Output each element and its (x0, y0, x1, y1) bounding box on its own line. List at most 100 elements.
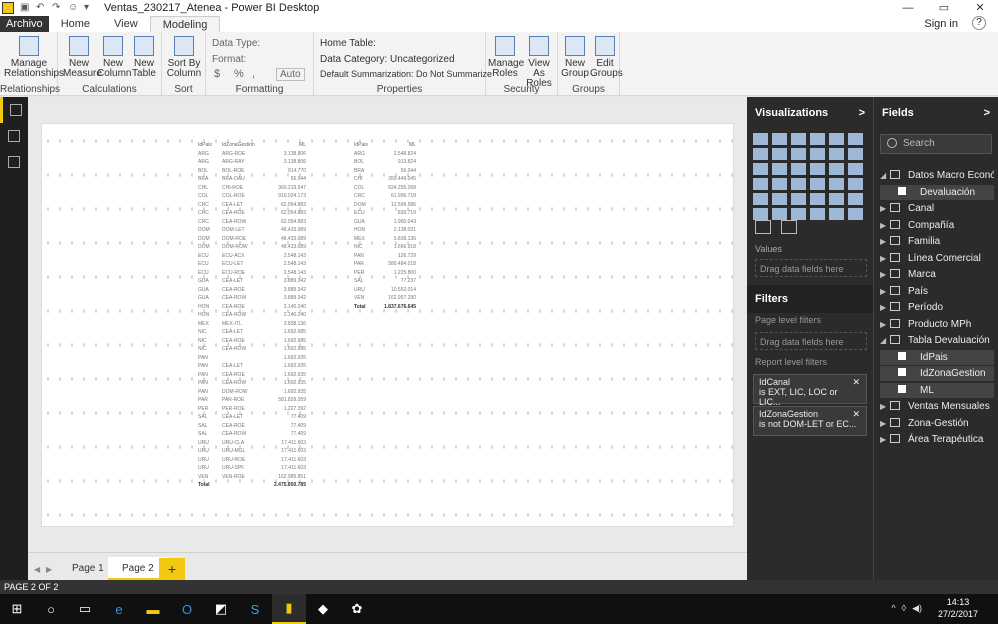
fields-well-icon[interactable] (755, 220, 771, 234)
field-table[interactable]: ▶ Zona-Gestión (880, 416, 994, 431)
edit-groups-button[interactable]: Edit Groups (590, 36, 623, 79)
collapsed-arrow-icon[interactable]: ▶ (880, 218, 890, 233)
visual-type-icon[interactable] (848, 208, 863, 220)
field-checkbox[interactable] (898, 186, 906, 195)
network-icon[interactable]: ◊ (902, 603, 906, 614)
field-table[interactable]: ▶ Producto MPh (880, 317, 994, 332)
default-summarization-dropdown[interactable]: Default Summarization: Do Not Summarize (320, 69, 492, 79)
visual-type-icon[interactable] (772, 208, 787, 220)
column-header[interactable]: IdPais (198, 141, 222, 150)
field-column[interactable]: ML (880, 382, 994, 398)
tab-modeling[interactable]: Modeling (149, 16, 221, 32)
collapse-visualizations-icon[interactable]: > (859, 107, 865, 119)
field-column[interactable]: IdPais (880, 349, 994, 365)
new-group-button[interactable]: New Group (560, 36, 590, 79)
quick-access-dropdown-icon[interactable]: ▾ (84, 3, 94, 13)
tab-home[interactable]: Home (49, 16, 102, 32)
visual-type-icon[interactable] (753, 193, 768, 205)
column-header[interactable]: IdZonaGestion (222, 141, 262, 150)
values-dropzone[interactable]: Drag data fields here (755, 259, 867, 277)
expanded-arrow-icon[interactable]: ◢ (880, 168, 890, 183)
visual-type-icon[interactable] (829, 193, 844, 205)
visual-type-icon[interactable] (829, 148, 844, 160)
expanded-arrow-icon[interactable]: ◢ (880, 333, 890, 348)
prev-page-icon[interactable]: ◀ (34, 565, 40, 574)
column-header[interactable]: ML (376, 141, 416, 150)
filter-card-idcanal[interactable]: IdCanal is EXT, LIC, LOC or LIC... ✕ (753, 374, 867, 407)
field-table[interactable]: ◢ Datos Macro Econó... (880, 168, 994, 183)
minimize-button[interactable]: — (890, 0, 926, 16)
help-icon[interactable]: ? (972, 16, 986, 30)
collapse-fields-icon[interactable]: > (984, 107, 990, 119)
view-as-roles-button[interactable]: View As Roles (522, 36, 556, 89)
home-table-dropdown[interactable]: Home Table: (320, 38, 376, 49)
relationships-view-button[interactable] (0, 149, 28, 175)
maximize-button[interactable]: ▭ (926, 0, 962, 16)
field-table[interactable]: ▶ Canal (880, 201, 994, 216)
collapsed-arrow-icon[interactable]: ▶ (880, 317, 890, 332)
search-icon[interactable]: ○ (34, 594, 68, 624)
visual-type-icon[interactable] (848, 193, 863, 205)
format-paint-roller-icon[interactable] (781, 220, 797, 234)
visual-type-icon[interactable] (791, 163, 806, 175)
manage-roles-button[interactable]: Manage Roles (488, 36, 524, 79)
visual-type-icon[interactable] (829, 178, 844, 190)
collapsed-arrow-icon[interactable]: ▶ (880, 399, 890, 414)
visual-type-icon[interactable] (848, 148, 863, 160)
field-checkbox[interactable] (898, 368, 906, 376)
field-table[interactable]: ▶ Ventas Mensuales (880, 399, 994, 414)
sort-by-column-button[interactable]: Sort By Column (166, 36, 202, 79)
app-icon-2[interactable]: ✿ (340, 594, 374, 624)
visual-type-icon[interactable] (829, 133, 844, 145)
table-visual-pais[interactable]: IdPais ML ARG 2.548.824 BOL 913.824 BRA 56.044 C… (354, 141, 416, 311)
field-table[interactable]: ▶ Período (880, 300, 994, 315)
task-view-icon[interactable]: ▭ (68, 594, 102, 624)
collapsed-arrow-icon[interactable]: ▶ (880, 416, 890, 431)
field-table[interactable]: ▶ País (880, 284, 994, 299)
tab-archivo[interactable]: Archivo (0, 16, 49, 32)
save-icon[interactable]: ▣ (20, 3, 30, 13)
visual-type-icon[interactable] (772, 133, 787, 145)
field-table[interactable]: ▶ Área Terapéutica (880, 432, 994, 447)
skype-icon[interactable]: S (238, 594, 272, 624)
collapsed-arrow-icon[interactable]: ▶ (880, 267, 890, 282)
file-explorer-icon[interactable]: ▬ (136, 594, 170, 624)
report-page[interactable]: IdPais IdZonaGestion ML ARG ARG-ROE 3.138.806… (41, 123, 734, 527)
data-view-button[interactable] (0, 123, 28, 149)
data-type-dropdown[interactable]: Data Type: (212, 38, 260, 49)
fields-search-input[interactable]: Search (880, 134, 992, 154)
edge-browser-icon[interactable]: e (102, 594, 136, 624)
field-table[interactable]: ▶ Línea Comercial (880, 251, 994, 266)
field-table[interactable]: ◢ Tabla Devaluación (880, 333, 994, 348)
collapsed-arrow-icon[interactable]: ▶ (880, 432, 890, 447)
field-column[interactable]: Devaluación (880, 184, 994, 200)
app-icon[interactable]: ◆ (306, 594, 340, 624)
next-page-icon[interactable]: ▶ (46, 565, 52, 574)
column-header[interactable]: IdPais (354, 141, 376, 150)
field-checkbox[interactable] (898, 384, 906, 393)
visual-type-icon[interactable] (791, 193, 806, 205)
redo-icon[interactable]: ↷ (52, 3, 62, 13)
windows-start-icon[interactable]: ⊞ (0, 594, 34, 624)
field-table[interactable]: ▶ Compañía (880, 218, 994, 233)
visual-type-icon[interactable] (753, 208, 768, 220)
visual-type-icon[interactable] (753, 178, 768, 190)
visual-type-icon[interactable] (810, 148, 825, 160)
visual-type-icon[interactable] (753, 148, 768, 160)
remove-filter-icon[interactable]: ✕ (852, 409, 860, 420)
visual-type-icon[interactable] (848, 178, 863, 190)
visual-type-icon[interactable] (753, 133, 768, 145)
format-dropdown[interactable]: Format: (212, 54, 246, 65)
field-column[interactable]: IdZonaGestion (880, 366, 994, 381)
visual-type-icon[interactable] (848, 163, 863, 175)
collapsed-arrow-icon[interactable]: ▶ (880, 251, 890, 266)
field-table[interactable]: ▶ Familia (880, 234, 994, 249)
decimal-places-input[interactable]: Auto (276, 68, 305, 81)
visual-type-icon[interactable] (810, 133, 825, 145)
visual-type-icon[interactable] (810, 178, 825, 190)
page-filters-dropzone[interactable]: Drag data fields here (755, 332, 867, 350)
chevron-up-icon[interactable]: ^ (891, 603, 895, 614)
collapsed-arrow-icon[interactable]: ▶ (880, 234, 890, 249)
currency-button[interactable]: $ (214, 68, 220, 80)
visual-type-icon[interactable] (810, 163, 825, 175)
